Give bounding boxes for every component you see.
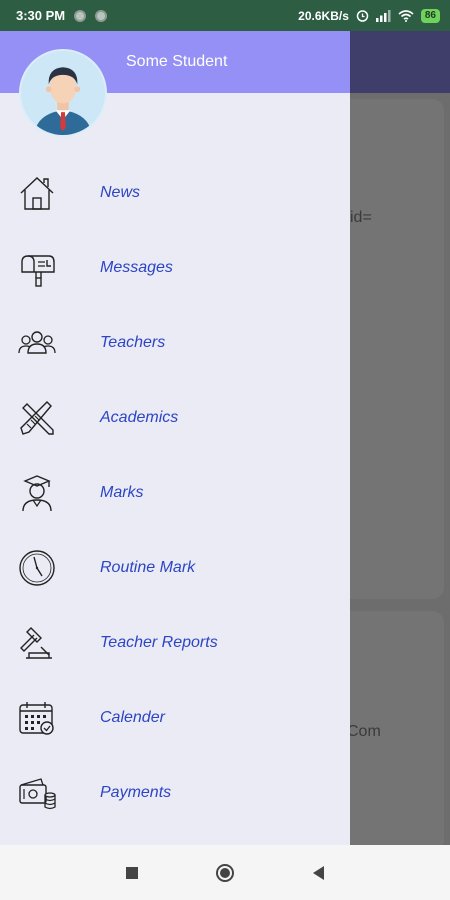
menu-label: Routine Mark	[100, 558, 196, 576]
group-icon	[17, 323, 57, 363]
notification-dot-icon	[95, 9, 108, 22]
gavel-icon	[17, 623, 57, 663]
notification-dot-icon	[74, 9, 87, 22]
square-icon	[126, 866, 138, 879]
menu-item-calender[interactable]: Calender	[0, 680, 350, 755]
menu-label: Marks	[100, 483, 144, 501]
clock-icon	[17, 548, 57, 588]
wifi-icon	[398, 9, 414, 22]
recents-button[interactable]	[107, 845, 157, 900]
menu-item-messages[interactable]: Messages	[0, 230, 350, 305]
home-button[interactable]	[200, 845, 250, 900]
battery-icon: 86	[420, 8, 440, 23]
menu-item-news[interactable]: News	[0, 155, 350, 230]
graduate-icon	[17, 473, 57, 513]
menu-item-academics[interactable]: Academics	[0, 380, 350, 455]
menu-item-payments[interactable]: Payments	[0, 755, 350, 830]
signal-icon	[375, 9, 391, 22]
navigation-bar	[0, 845, 450, 900]
menu-label: Teachers	[100, 333, 166, 351]
payment-icon	[17, 773, 57, 813]
background-text: Com	[347, 723, 381, 740]
menu-label: Messages	[100, 258, 173, 276]
menu-label: Calender	[100, 708, 165, 726]
navigation-drawer: Some Student News Messages Teachers Acad…	[0, 31, 350, 845]
menu-label: Academics	[100, 408, 179, 426]
avatar[interactable]	[19, 49, 107, 137]
alarm-icon	[356, 10, 369, 22]
menu-label: News	[100, 183, 141, 201]
mailbox-icon	[17, 248, 57, 288]
back-button[interactable]	[293, 845, 343, 900]
network-speed: 20.6KB/s	[298, 8, 349, 23]
back-triangle-icon	[312, 865, 324, 880]
menu-item-teacher-reports[interactable]: Teacher Reports	[0, 605, 350, 680]
circle-icon	[216, 863, 234, 882]
status-time: 3:30 PM	[16, 8, 66, 23]
menu-item-teachers[interactable]: Teachers	[0, 305, 350, 380]
status-bar: 3:30 PM 20.6KB/s 86	[0, 0, 450, 31]
menu-label: Payments	[100, 783, 172, 801]
background-text: id=	[350, 209, 372, 226]
pencil-ruler-icon	[17, 398, 57, 438]
user-name: Some Student	[126, 53, 228, 70]
calendar-icon	[17, 698, 57, 738]
menu-label: Teacher Reports	[100, 633, 218, 651]
menu-item-marks[interactable]: Marks	[0, 455, 350, 530]
home-icon	[17, 173, 57, 213]
menu-item-routine-mark[interactable]: Routine Mark	[0, 530, 350, 605]
